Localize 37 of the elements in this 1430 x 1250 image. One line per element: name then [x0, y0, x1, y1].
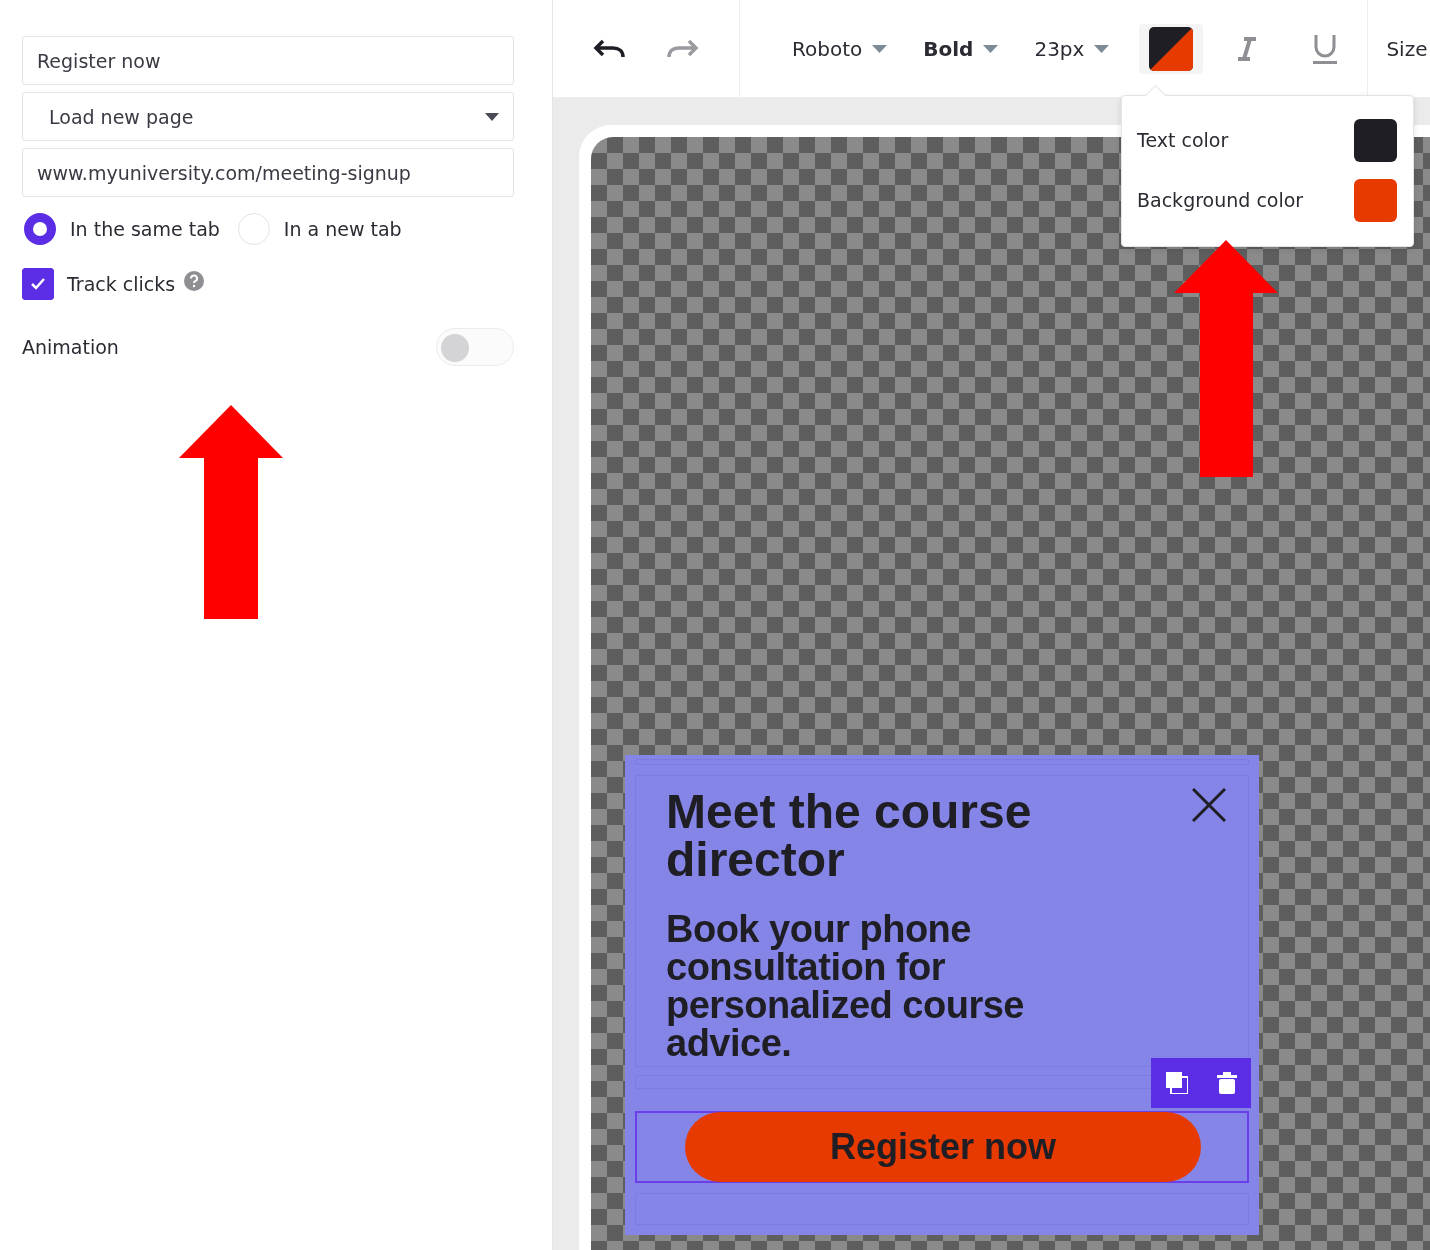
color-swatch[interactable] [1354, 178, 1397, 222]
duplicate-icon[interactable] [1165, 1072, 1188, 1094]
color-swatch[interactable] [1354, 118, 1397, 162]
url-field[interactable]: www.myuniversity.com/meeting-signup [22, 148, 514, 197]
radio-option[interactable]: In a new tab [235, 213, 402, 245]
checkbox-label: Track clicks [67, 273, 176, 295]
popup-body: Book your phone consultation for personalized course advice. [666, 910, 1025, 1062]
trash-icon[interactable] [1216, 1072, 1237, 1094]
color-swatch-icon [1149, 26, 1194, 71]
size-dropdown[interactable]: 23px [1034, 36, 1110, 61]
url-value: www.myuniversity.com/meeting-signup [37, 161, 411, 184]
italic-icon[interactable] [1237, 36, 1258, 61]
selected-button-row[interactable]: Register now [635, 1111, 1249, 1183]
button-text-value: Register now [37, 49, 161, 72]
caret-icon [983, 44, 999, 53]
caret-icon [872, 44, 888, 53]
weight-dropdown[interactable]: Bold [923, 36, 999, 61]
popup-preview[interactable]: Meet the course director Book your phone consultation for personalized course advice. Register now [625, 755, 1259, 1235]
register-button[interactable]: Register now [685, 1112, 1201, 1182]
button-text-field[interactable]: Register now [22, 36, 514, 85]
radio-option[interactable]: In the same tab [22, 213, 220, 245]
animation-label: Animation [22, 336, 119, 358]
caret-icon [1094, 44, 1110, 53]
font-dropdown[interactable]: Roboto [792, 36, 888, 61]
color-button[interactable] [1139, 23, 1204, 74]
animation-toggle[interactable] [436, 328, 514, 366]
close-icon[interactable] [1192, 788, 1226, 822]
underline-icon[interactable] [1313, 33, 1338, 64]
caret-icon [485, 112, 499, 121]
popup-title: Meet the course director [666, 788, 1033, 884]
help-icon[interactable] [184, 271, 205, 291]
checkmark-icon [30, 277, 46, 291]
color-label: Background color [1137, 189, 1304, 211]
color-label: Text color [1137, 129, 1229, 151]
checkbox[interactable] [22, 268, 54, 300]
size-label[interactable]: Size [1386, 36, 1428, 61]
action-dropdown[interactable]: Load new page [22, 92, 514, 141]
